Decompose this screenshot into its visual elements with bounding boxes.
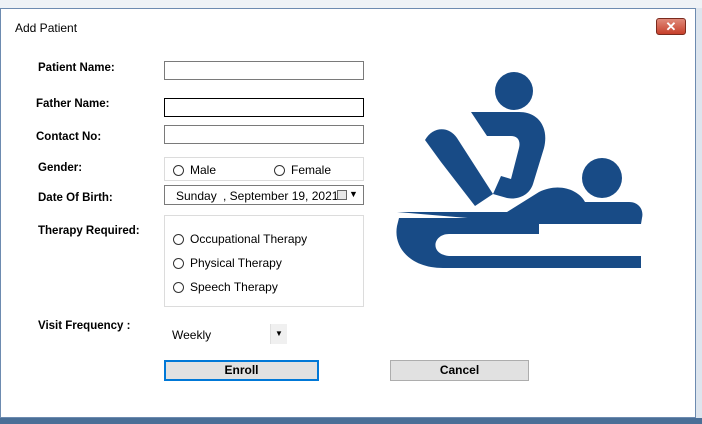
therapy-speech-label: Speech Therapy [190,280,278,294]
chevron-down-icon[interactable]: ▼ [349,189,358,199]
visit-frequency-value: Weekly [172,328,212,342]
visit-frequency-select[interactable]: Weekly ▼ [164,324,288,344]
window-title: Add Patient [15,21,78,35]
gender-group: Male Female [164,157,364,181]
contact-no-input[interactable] [164,125,364,144]
therapy-physical-label: Physical Therapy [190,256,282,270]
visit-frequency-label: Visit Frequency : [38,320,131,332]
therapy-group: Occupational Therapy Physical Therapy Sp… [164,215,364,307]
therapy-occupational-label: Occupational Therapy [190,232,308,246]
therapy-label: Therapy Required: [38,225,140,237]
father-name-input[interactable] [164,98,364,117]
close-button[interactable]: ✕ [656,18,686,35]
dob-day: Sunday [176,189,217,203]
therapy-speech-radio[interactable]: Speech Therapy [173,280,278,294]
patient-name-input[interactable] [164,61,364,80]
patient-name-label: Patient Name: [38,62,115,74]
father-name-label: Father Name: [36,98,110,110]
gender-female-label: Female [291,163,332,177]
taskbar-edge [0,418,702,424]
dob-date-picker[interactable]: Sunday , September 19, 2021 ▼ [164,185,364,205]
form-area: Patient Name: Father Name: Contact No: G… [9,41,689,411]
dob-date: , September 19, 2021 [223,189,339,203]
close-icon: ✕ [665,19,677,34]
radio-circle-icon [173,233,184,245]
gender-male-radio[interactable]: Male [173,163,216,177]
radio-circle-icon [274,164,285,176]
therapy-physical-radio[interactable]: Physical Therapy [173,256,282,270]
calendar-icon[interactable] [337,190,347,200]
radio-circle-icon [173,257,184,269]
radio-circle-icon [173,281,184,293]
cancel-button[interactable]: Cancel [390,360,529,381]
gender-label: Gender: [38,162,83,174]
physical-therapy-icon [396,72,643,268]
title-bar[interactable]: Add Patient ✕ [1,9,695,41]
add-patient-dialog: Add Patient ✕ Patient Name: Father Name:… [0,8,696,418]
dob-label: Date Of Birth: [38,192,113,204]
dropdown-arrow-icon[interactable]: ▼ [270,324,287,344]
therapy-occupational-radio[interactable]: Occupational Therapy [173,232,307,246]
contact-no-label: Contact No: [36,131,102,143]
enroll-button[interactable]: Enroll [164,360,319,381]
gender-female-radio[interactable]: Female [274,163,331,177]
radio-circle-icon [173,164,184,176]
gender-male-label: Male [190,163,217,177]
background-edge [696,8,702,424]
